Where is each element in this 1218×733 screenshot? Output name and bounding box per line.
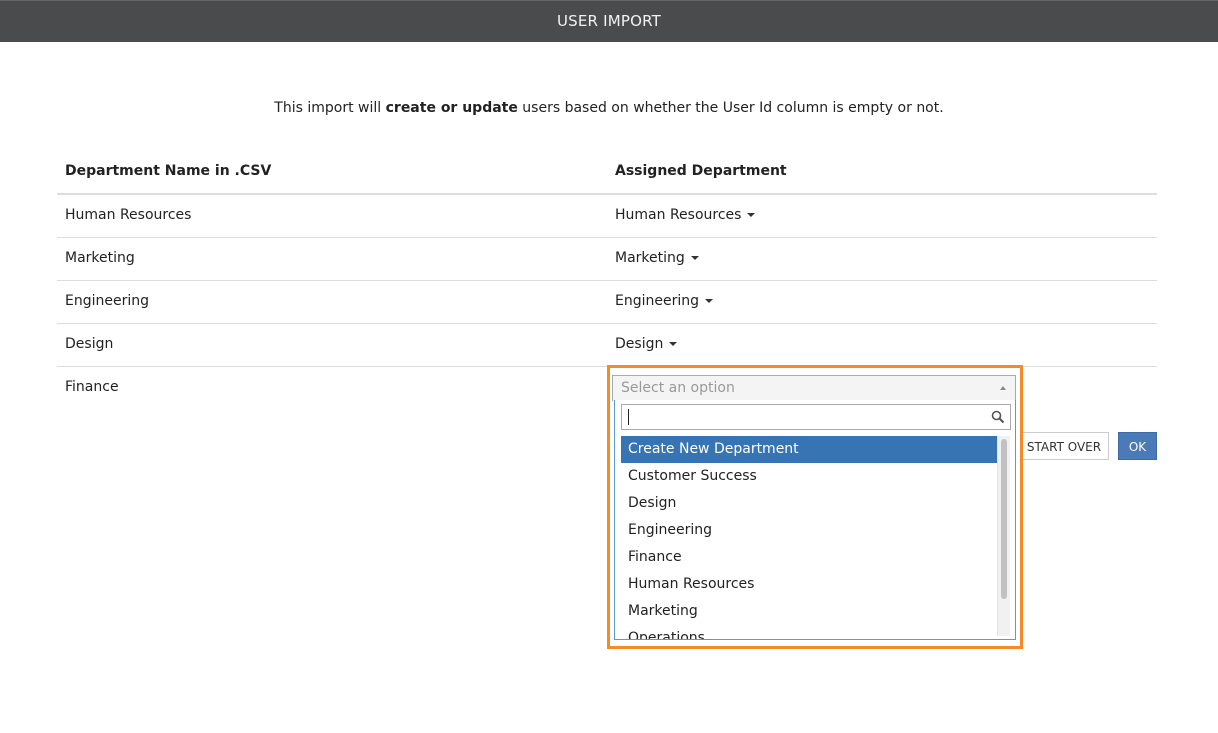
caret-down-icon [669, 342, 678, 346]
start-over-button[interactable]: START OVER [1019, 432, 1109, 460]
option-design[interactable]: Design [621, 490, 997, 517]
select-placeholder: Select an option [621, 380, 735, 396]
csv-department-cell: Finance [65, 379, 119, 395]
intro-bold: create or update [385, 100, 518, 116]
chevron-up-icon [1000, 386, 1006, 390]
window-title: USER IMPORT [0, 0, 1218, 42]
scrollbar-thumb[interactable] [1001, 439, 1007, 599]
option-customer-success[interactable]: Customer Success [621, 463, 997, 490]
option-human-resources[interactable]: Human Resources [621, 571, 997, 598]
intro-suffix: users based on whether the User Id colum… [517, 100, 944, 116]
option-create-new-department[interactable]: Create New Department [621, 436, 997, 463]
search-input[interactable] [621, 404, 1011, 430]
csv-department-cell: Engineering [65, 293, 149, 309]
options-list: Create New Department Customer Success D… [621, 436, 997, 639]
assigned-department-value: Engineering [615, 293, 699, 309]
assigned-department-dropdown[interactable]: Marketing [615, 250, 699, 266]
header-assigned-department: Assigned Department [615, 163, 787, 179]
table-header: Department Name in .CSV Assigned Departm… [57, 151, 1157, 195]
caret-down-icon [705, 299, 713, 303]
csv-department-cell: Human Resources [65, 207, 192, 223]
option-finance[interactable]: Finance [621, 544, 997, 571]
assigned-department-dropdown[interactable]: Human Resources [615, 207, 756, 223]
option-engineering[interactable]: Engineering [621, 517, 997, 544]
intro-prefix: This import will [274, 100, 386, 116]
department-select[interactable]: Select an option [612, 375, 1016, 401]
search-icon [991, 410, 1005, 424]
ok-button[interactable]: OK [1118, 432, 1157, 460]
option-marketing[interactable]: Marketing [621, 598, 997, 625]
table-row: Design Design [57, 324, 1157, 367]
caret-down-icon [690, 256, 699, 260]
caret-down-icon [747, 213, 756, 217]
assigned-department-dropdown[interactable]: Design [615, 336, 678, 352]
table-row: Engineering Engineering [57, 281, 1157, 324]
intro-text: This import will create or update users … [0, 100, 1218, 116]
header-csv-department: Department Name in .CSV [65, 163, 272, 179]
table-row: Human Resources Human Resources [57, 195, 1157, 238]
option-operations[interactable]: Operations [621, 625, 997, 639]
select-dropdown: Create New Department Customer Success D… [614, 400, 1016, 640]
assigned-department-value: Human Resources [615, 207, 742, 223]
assigned-department-dropdown[interactable]: Engineering [615, 293, 713, 309]
assigned-department-value: Design [615, 336, 664, 352]
table-row: Marketing Marketing [57, 238, 1157, 281]
dropdown-scrollbar[interactable] [997, 436, 1010, 636]
assigned-department-value: Marketing [615, 250, 685, 266]
text-cursor [628, 409, 629, 425]
csv-department-cell: Marketing [65, 250, 135, 266]
csv-department-cell: Design [65, 336, 114, 352]
